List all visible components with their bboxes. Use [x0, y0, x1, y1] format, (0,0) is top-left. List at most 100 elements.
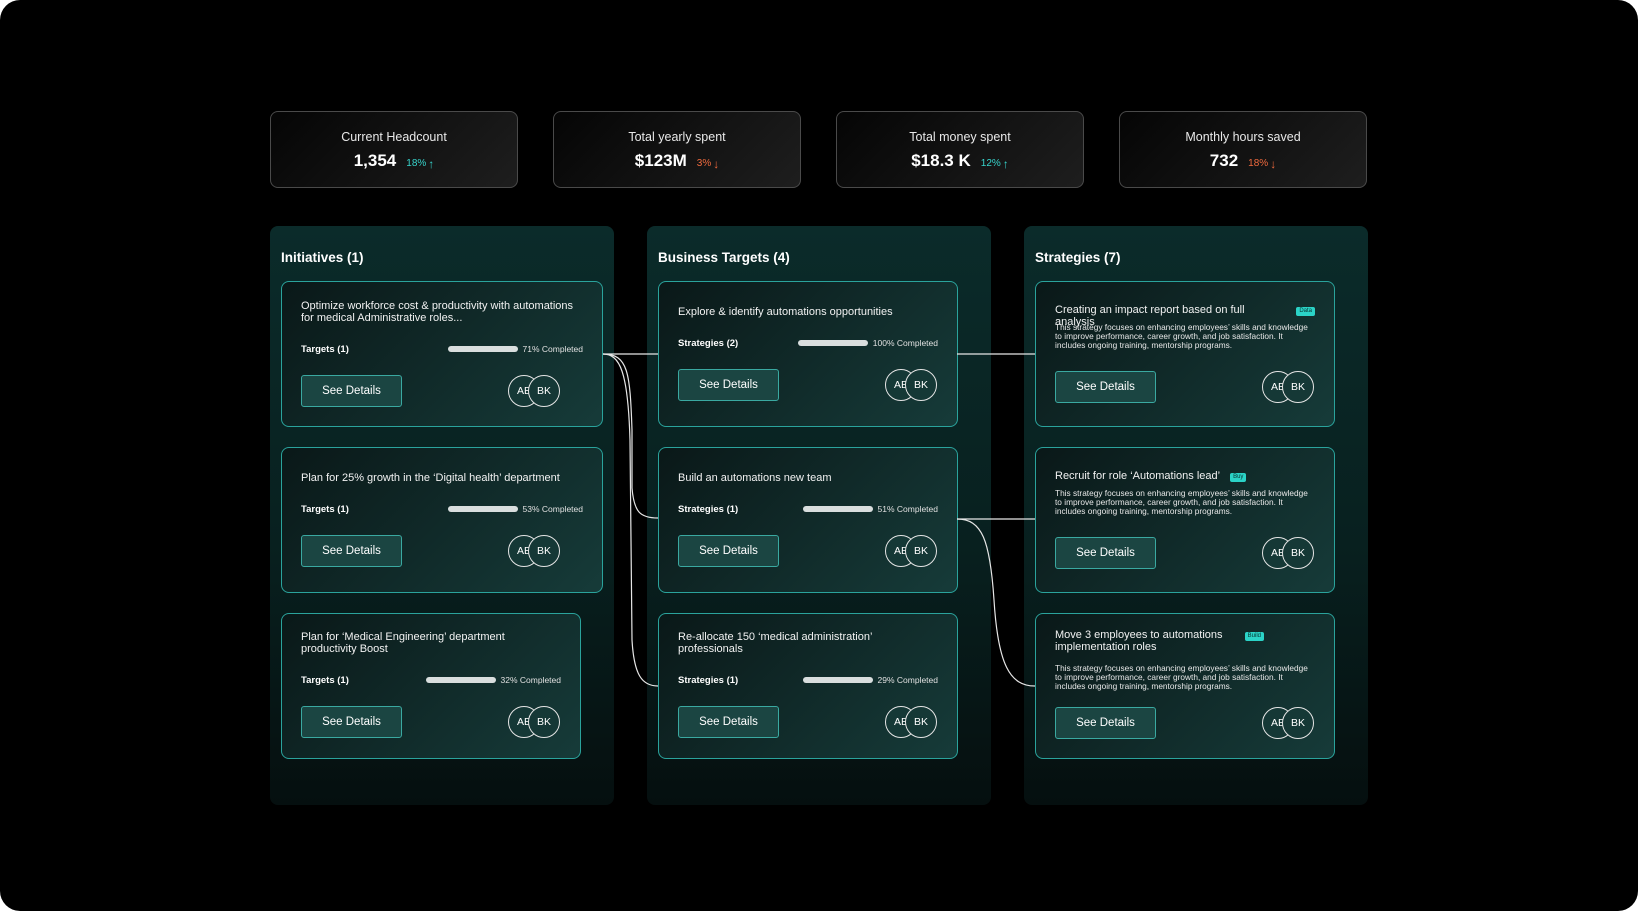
strategy-card[interactable]: Creating an impact report based on full … [1035, 281, 1335, 427]
card-title: Plan for ‘Medical Engineering’ departmen… [301, 631, 505, 655]
avatar[interactable]: BK [905, 369, 937, 401]
card-title: Re-allocate 150 ‘medical administration’… [678, 631, 873, 655]
avatar[interactable]: BK [528, 706, 560, 738]
see-details-button[interactable]: See Details [678, 535, 779, 567]
stat-change: 12% ↑ [980, 156, 1009, 171]
progress: 71% Completed [447, 344, 583, 354]
progress-label: 32% Completed [500, 675, 561, 685]
stat-label: Total yearly spent [628, 130, 726, 144]
arrow-down-icon: ↓ [1270, 156, 1277, 171]
progress-label: 53% Completed [522, 504, 583, 514]
avatar-group: AE BK [508, 706, 562, 738]
card-title: Optimize workforce cost & productivity w… [301, 300, 574, 324]
progress-label: 100% Completed [872, 338, 938, 348]
card-title: Plan for 25% growth in the ‘Digital heal… [301, 472, 560, 484]
arrow-up-icon: ↑ [1002, 156, 1009, 171]
arrow-up-icon: ↑ [428, 156, 435, 171]
avatar-group: AE BK [885, 706, 939, 738]
stat-label: Monthly hours saved [1185, 130, 1301, 144]
strategies-label: Strategies (2) [678, 337, 739, 349]
strategy-tag: Build [1244, 632, 1264, 641]
arrow-down-icon: ↓ [713, 156, 720, 171]
column-title: Business Targets (4) [658, 250, 790, 265]
stat-card-yearly-spent: Total yearly spent $123M 3% ↓ [553, 111, 801, 188]
target-card[interactable]: Build an automations new team Strategies… [658, 447, 958, 593]
avatar[interactable]: BK [1282, 707, 1314, 739]
see-details-button[interactable]: See Details [301, 375, 402, 407]
target-card[interactable]: Explore & identify automations opportuni… [658, 281, 958, 427]
stat-label: Total money spent [909, 130, 1011, 144]
strategies-label: Strategies (1) [678, 503, 739, 515]
avatar[interactable]: BK [905, 706, 937, 738]
see-details-button[interactable]: See Details [301, 706, 402, 738]
dashboard-frame: Current Headcount 1,354 18% ↑ Total yearl… [0, 0, 1638, 911]
strategy-description: This strategy focuses on enhancing emplo… [1055, 488, 1308, 516]
stat-card-hours-saved: Monthly hours saved 732 18% ↓ [1119, 111, 1367, 188]
strategies-label: Strategies (1) [678, 674, 739, 686]
targets-label: Targets (1) [301, 674, 349, 686]
avatar[interactable]: BK [528, 375, 560, 407]
stat-card-headcount: Current Headcount 1,354 18% ↑ [270, 111, 518, 188]
stat-change: 18% ↓ [1248, 156, 1277, 171]
progress-bar [447, 346, 518, 352]
strategy-card[interactable]: Move 3 employees to automations implemen… [1035, 613, 1335, 759]
stat-change: 3% ↓ [696, 156, 720, 171]
progress-bar [802, 677, 873, 683]
avatar-group: AE BK [1262, 707, 1316, 739]
card-title: Move 3 employees to automations implemen… [1055, 629, 1264, 653]
progress: 100% Completed [797, 338, 938, 348]
stat-card-money-spent: Total money spent $18.3 K 12% ↑ [836, 111, 1084, 188]
progress: 51% Completed [802, 504, 938, 514]
see-details-button[interactable]: See Details [678, 369, 779, 401]
progress-label: 51% Completed [877, 504, 938, 514]
stat-value: 1,354 [353, 151, 397, 170]
strategy-description: This strategy focuses on enhancing emplo… [1055, 663, 1308, 691]
progress-label: 29% Completed [877, 675, 938, 685]
avatar[interactable]: BK [528, 535, 560, 567]
avatar[interactable]: BK [1282, 537, 1314, 569]
see-details-button[interactable]: See Details [1055, 537, 1156, 569]
see-details-button[interactable]: See Details [1055, 707, 1156, 739]
strategy-tag: Buy [1230, 473, 1247, 482]
see-details-button[interactable]: See Details [301, 535, 402, 567]
stat-label: Current Headcount [341, 130, 447, 144]
progress-label: 71% Completed [522, 344, 583, 354]
progress: 29% Completed [802, 675, 938, 685]
initiative-card[interactable]: Optimize workforce cost & productivity w… [281, 281, 603, 427]
strategy-tag: Data [1296, 307, 1315, 316]
progress-bar [802, 506, 873, 512]
strategy-card[interactable]: Recruit for role ‘Automations lead’ Buy … [1035, 447, 1335, 593]
progress: 32% Completed [425, 675, 561, 685]
avatar[interactable]: BK [1282, 371, 1314, 403]
targets-label: Targets (1) [301, 503, 349, 515]
avatar-group: AE BK [885, 369, 939, 401]
stat-value: 732 [1209, 151, 1239, 170]
see-details-button[interactable]: See Details [678, 706, 779, 738]
card-title: Build an automations new team [678, 472, 832, 484]
see-details-button[interactable]: See Details [1055, 371, 1156, 403]
card-title: Explore & identify automations opportuni… [678, 306, 893, 318]
initiatives-column: Initiatives (1) Optimize workforce cost … [270, 226, 614, 805]
column-title: Initiatives (1) [281, 250, 364, 265]
avatar-group: AE BK [1262, 537, 1316, 569]
targets-label: Targets (1) [301, 343, 349, 355]
avatar-group: AE BK [508, 375, 562, 407]
avatar-group: AE BK [885, 535, 939, 567]
progress-bar [425, 677, 496, 683]
stat-value: $18.3 K [911, 151, 971, 170]
progress-bar [797, 340, 868, 346]
stat-value: $123M [634, 151, 687, 170]
initiative-card[interactable]: Plan for ‘Medical Engineering’ departmen… [281, 613, 581, 759]
avatar[interactable]: BK [905, 535, 937, 567]
column-title: Strategies (7) [1035, 250, 1121, 265]
avatar-group: AE BK [1262, 371, 1316, 403]
stat-change: 18% ↑ [406, 156, 435, 171]
target-card[interactable]: Re-allocate 150 ‘medical administration’… [658, 613, 958, 759]
strategy-description: This strategy focuses on enhancing emplo… [1055, 322, 1308, 350]
card-title: Recruit for role ‘Automations lead’ Buy [1055, 470, 1315, 483]
progress-bar [447, 506, 518, 512]
avatar-group: AE BK [508, 535, 562, 567]
progress: 53% Completed [447, 504, 583, 514]
business-targets-column: Business Targets (4) Explore & identify … [647, 226, 991, 805]
initiative-card[interactable]: Plan for 25% growth in the ‘Digital heal… [281, 447, 603, 593]
